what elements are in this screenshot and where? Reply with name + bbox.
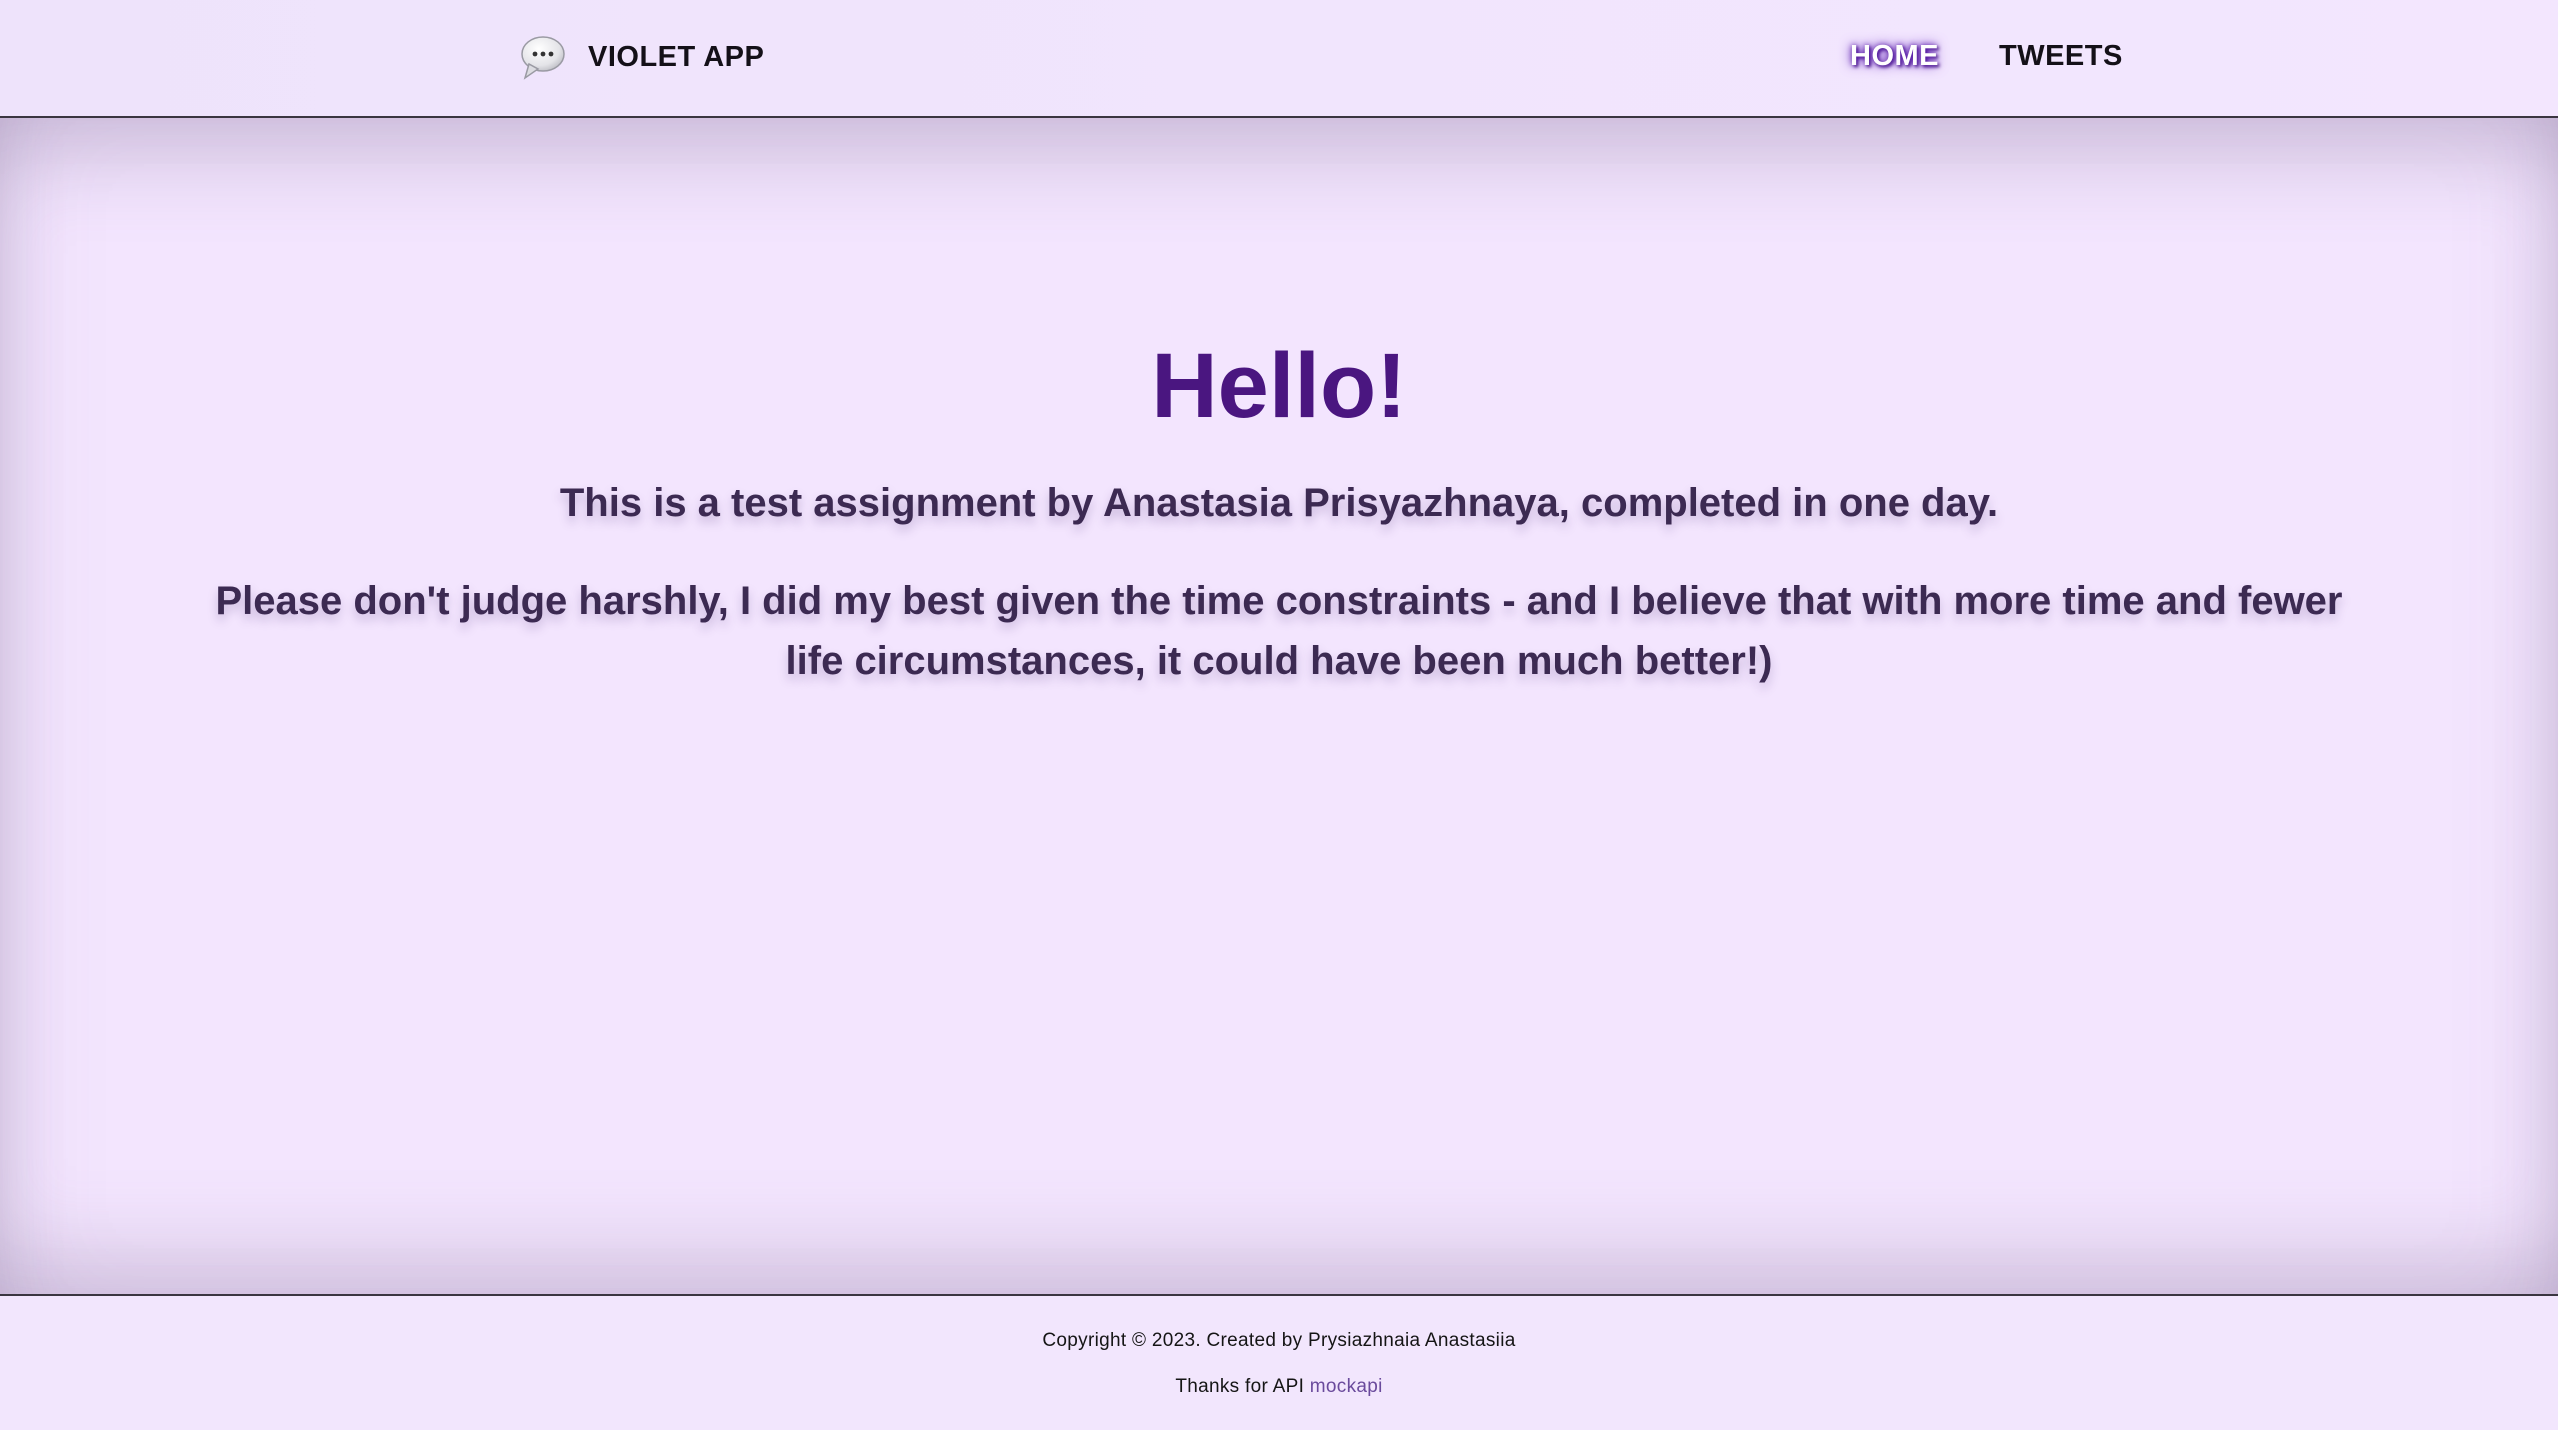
copyright-text: Copyright © 2023. Created by Prysiazhnai… (1042, 1330, 1516, 1351)
app-name: VIOLET APP (588, 40, 765, 73)
header: VIOLET APP HOME TWEETS (0, 0, 2558, 118)
intro-text: This is a test assignment by Anastasia P… (559, 481, 1999, 526)
mockapi-link[interactable]: mockapi (1310, 1376, 1383, 1397)
nav-home-link[interactable]: HOME (1850, 40, 1939, 73)
disclaimer-text: Please don't judge harshly, I did my bes… (215, 579, 2343, 684)
footer: Copyright © 2023. Created by Prysiazhnai… (0, 1294, 2558, 1430)
nav-tweets-link[interactable]: TWEETS (1999, 40, 2123, 73)
main-content: Hello! This is a test assignment by Anas… (0, 118, 2558, 1294)
api-credit: Thanks for API mockapi (0, 1376, 2558, 1398)
page: VIOLET APP HOME TWEETS Hello! This is a … (0, 0, 2558, 1430)
page-title: Hello! (1151, 335, 1407, 437)
logo-link[interactable]: VIOLET APP (520, 34, 764, 80)
main-nav: HOME TWEETS (1850, 40, 2183, 73)
hero-section: Hello! This is a test assignment by Anas… (0, 335, 2558, 691)
speech-bubble-icon (520, 34, 566, 80)
api-credit-prefix: Thanks for API (1175, 1376, 1305, 1397)
